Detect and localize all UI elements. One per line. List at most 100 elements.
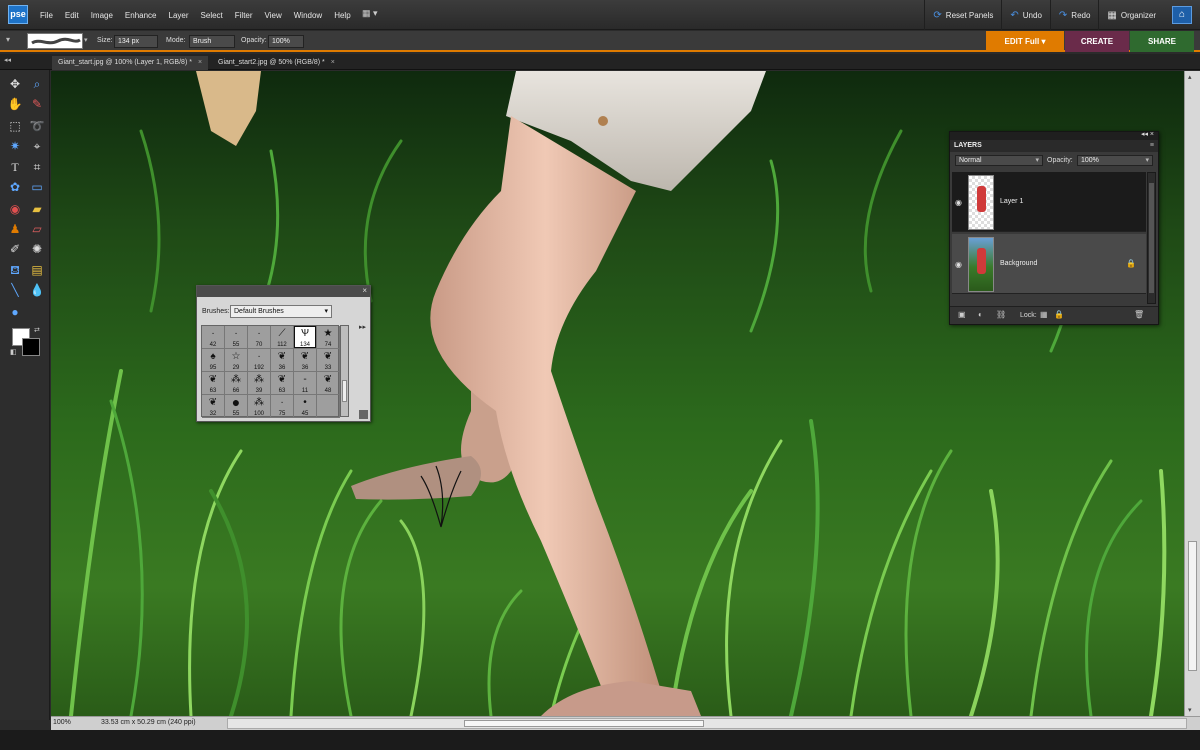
lock-transparency-icon[interactable]: ▦	[1040, 310, 1048, 319]
close-tab-icon[interactable]: ×	[198, 59, 202, 66]
brush-cell[interactable]: ☆ 29	[225, 349, 248, 372]
create-button[interactable]: CREATE	[1065, 31, 1129, 52]
brush-cell[interactable]: ❦ 63	[202, 372, 225, 395]
brush-cell[interactable]: ⁂ 100	[248, 395, 271, 418]
cookie-cutter-tool-icon[interactable]: ✿	[6, 178, 24, 196]
brush-cell[interactable]: · 42	[202, 326, 225, 349]
zoom-level[interactable]: 100%	[53, 719, 71, 726]
layers-panel-topbar[interactable]: ◂◂ ×	[950, 131, 1158, 140]
layer-opacity-field[interactable]: 100% ▾	[1077, 155, 1153, 166]
menu-enhance[interactable]: Enhance	[119, 11, 163, 20]
brush-cell[interactable]: ⁂ 39	[248, 372, 271, 395]
brush-cell[interactable]: ❦ 36	[271, 349, 294, 372]
brush-panel-header[interactable]: ×	[197, 286, 370, 297]
brush-grid-scroll-thumb[interactable]	[342, 380, 347, 402]
recompose-tool-icon[interactable]: ▭	[28, 178, 46, 196]
close-tab-icon[interactable]: ×	[331, 59, 335, 66]
eraser-tool-icon[interactable]: ▱	[28, 220, 46, 238]
brush-cell[interactable]: ⁂ 66	[225, 372, 248, 395]
zoom-tool-icon[interactable]: ⌕	[28, 75, 46, 93]
visibility-eye-icon[interactable]: ◉	[955, 198, 962, 207]
menu-select[interactable]: Select	[195, 11, 229, 20]
menu-layer[interactable]: Layer	[163, 11, 195, 20]
red-eye-tool-icon[interactable]: ◉	[6, 200, 24, 218]
brush-cell[interactable]: ★ 74	[317, 326, 340, 349]
brush-cell[interactable]: ❦ 48	[317, 372, 340, 395]
move-tool-icon[interactable]: ✥	[6, 75, 24, 93]
adjustment-layer-icon[interactable]: ◐	[978, 310, 983, 319]
layers-scroll-thumb[interactable]	[1149, 183, 1154, 293]
brush-cell[interactable]: ∙ 75	[271, 395, 294, 418]
lasso-tool-icon[interactable]: ➰	[28, 117, 46, 135]
background-color-swatch[interactable]	[22, 338, 40, 356]
menu-file[interactable]: File	[34, 11, 59, 20]
mode-select[interactable]: Brush	[189, 35, 235, 48]
magic-wand-tool-icon[interactable]: ✷	[6, 137, 24, 155]
layer-name[interactable]: Background	[1000, 260, 1037, 267]
workspace-layout-button[interactable]: ▦ ▾	[362, 8, 384, 21]
brush-cell-selected[interactable]: Ѱ 134	[294, 326, 317, 349]
menu-edit[interactable]: Edit	[59, 11, 85, 20]
canvas-vertical-scrollbar[interactable]: ▴ ▾	[1184, 71, 1200, 716]
edit-full-button[interactable]: EDIT Full ▾	[986, 31, 1064, 52]
brush-set-select[interactable]: Default Brushes ▾	[230, 305, 332, 318]
default-colors-icon[interactable]: ◧	[10, 348, 17, 356]
scroll-up-icon[interactable]: ▴	[1188, 73, 1192, 81]
paint-bucket-tool-icon[interactable]: ⛾	[6, 261, 24, 279]
menu-view[interactable]: View	[259, 11, 288, 20]
scroll-down-icon[interactable]: ▾	[1188, 706, 1192, 714]
layer-name[interactable]: Layer 1	[1000, 198, 1023, 205]
brush-cell[interactable]: ⟋ 112	[271, 326, 294, 349]
menu-help[interactable]: Help	[328, 11, 356, 20]
brush-cell[interactable]: ❦ 33	[317, 349, 340, 372]
hand-tool-icon[interactable]: ✋	[6, 95, 24, 113]
trash-icon[interactable]: 🗑	[1134, 310, 1144, 319]
type-tool-icon[interactable]: T	[6, 158, 24, 176]
share-button[interactable]: SHARE	[1130, 31, 1194, 52]
brush-cell[interactable]: ❦ 36	[294, 349, 317, 372]
gradient-tool-icon[interactable]: ▤	[28, 261, 46, 279]
menu-filter[interactable]: Filter	[229, 11, 259, 20]
brush-tool-icon[interactable]: ✐	[6, 240, 24, 258]
panel-menu-icon[interactable]: ≡	[1150, 140, 1154, 152]
close-icon[interactable]: ×	[362, 286, 367, 295]
blend-mode-select[interactable]: Normal ▾	[955, 155, 1043, 166]
link-layers-icon[interactable]: ⛓	[996, 310, 1006, 319]
tool-preset-icon[interactable]: ▾	[6, 35, 10, 44]
brush-cell[interactable]: ∙ 192	[248, 349, 271, 372]
layer-row-background[interactable]: ◉ Background 🔒	[952, 234, 1146, 294]
brush-cell[interactable]: • 45	[294, 395, 317, 418]
canvas-horizontal-scrollbar[interactable]	[227, 718, 1187, 729]
brush-cell[interactable]: · 55	[225, 326, 248, 349]
layers-scrollbar[interactable]	[1147, 172, 1156, 304]
collapse-toolbox-icon[interactable]: ◂◂	[4, 56, 11, 64]
line-tool-icon[interactable]: ╲	[6, 281, 24, 299]
eyedropper-tool-icon[interactable]: ✎	[28, 95, 46, 113]
brush-cell[interactable]	[317, 395, 340, 418]
marquee-tool-icon[interactable]: ⬚	[6, 117, 24, 135]
visibility-eye-icon[interactable]: ◉	[955, 260, 962, 269]
home-button[interactable]: ⌂	[1172, 6, 1192, 24]
brush-cell[interactable]: ❦ 32	[202, 395, 225, 418]
brush-cell[interactable]: - 11	[294, 372, 317, 395]
organizer-button[interactable]: ▦ Organizer	[1098, 0, 1164, 30]
panel-menu-icon[interactable]: ▸▸	[359, 323, 366, 331]
brush-grid-scrollbar[interactable]	[340, 325, 349, 417]
horizontal-scroll-thumb[interactable]	[464, 720, 704, 727]
layer-row-layer-1[interactable]: ◉ Layer 1	[952, 172, 1146, 232]
undo-button[interactable]: ↶ Undo	[1001, 0, 1050, 30]
brush-cell[interactable]: · 70	[248, 326, 271, 349]
vertical-scroll-thumb[interactable]	[1188, 541, 1197, 671]
size-field[interactable]: 134 px	[114, 35, 158, 48]
quick-selection-tool-icon[interactable]: ⌖	[28, 137, 46, 155]
resize-grip-icon[interactable]	[359, 410, 368, 419]
crop-tool-icon[interactable]: ⌗	[28, 158, 46, 176]
menu-window[interactable]: Window	[288, 11, 328, 20]
smart-brush-tool-icon[interactable]: ✺	[28, 240, 46, 258]
brush-cell[interactable]: ● 55	[225, 395, 248, 418]
brush-picker-arrow-icon[interactable]: ▾	[84, 36, 88, 44]
lock-all-icon[interactable]: 🔒	[1054, 310, 1064, 319]
menu-image[interactable]: Image	[85, 11, 119, 20]
tab-giant-start[interactable]: Giant_start.jpg @ 100% (Layer 1, RGB/8) …	[52, 56, 209, 70]
swap-colors-icon[interactable]: ⇄	[34, 326, 40, 334]
